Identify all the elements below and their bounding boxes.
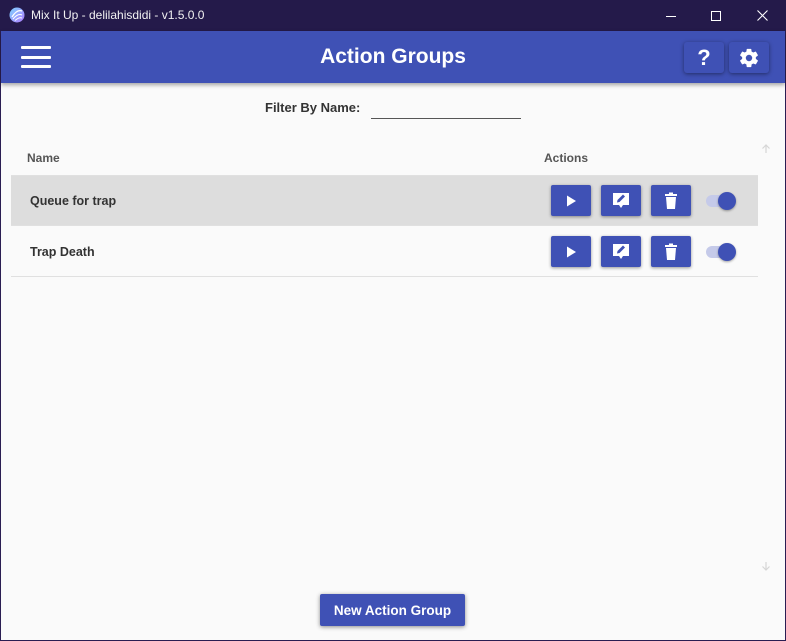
column-header-actions: Actions [544, 151, 589, 165]
toggle-thumb [718, 243, 736, 261]
delete-button[interactable] [651, 236, 691, 267]
column-header-name: Name [27, 151, 60, 165]
delete-icon [665, 243, 677, 260]
play-button[interactable] [551, 236, 591, 267]
settings-button[interactable] [729, 42, 769, 73]
edit-button[interactable] [601, 236, 641, 267]
delete-button[interactable] [651, 185, 691, 216]
scroll-down-arrow-icon[interactable] [758, 558, 774, 574]
page-title: Action Groups [320, 45, 466, 68]
minimize-button[interactable] [648, 0, 694, 31]
window-titlebar: Mix It Up - delilahisdidi - v1.5.0.0 [0, 0, 786, 31]
new-action-group-button[interactable]: New Action Group [320, 594, 465, 626]
play-icon [567, 195, 576, 206]
action-group-name: Queue for trap [30, 194, 117, 208]
enable-toggle[interactable] [704, 242, 738, 262]
action-group-name: Trap Death [30, 245, 95, 259]
table-row[interactable]: Trap Death [11, 227, 758, 277]
filter-name-input[interactable] [371, 99, 521, 119]
close-icon [756, 10, 768, 21]
enable-toggle[interactable] [704, 191, 738, 211]
mix-it-up-logo [9, 7, 25, 23]
toggle-thumb [718, 192, 736, 210]
minimize-icon [666, 15, 676, 17]
table-row[interactable]: Queue for trap [11, 176, 758, 226]
delete-icon [665, 192, 677, 209]
scroll-up-arrow-icon[interactable] [758, 141, 774, 157]
app-header: Action Groups ? [1, 31, 785, 83]
maximize-button[interactable] [693, 0, 739, 31]
help-button[interactable]: ? [684, 42, 724, 73]
edit-icon [613, 192, 629, 208]
play-button[interactable] [551, 185, 591, 216]
edit-icon [613, 243, 629, 259]
gear-icon [740, 48, 758, 67]
play-icon [567, 246, 576, 257]
edit-button[interactable] [601, 185, 641, 216]
filter-label: Filter By Name: [265, 100, 361, 115]
window-title: Mix It Up - delilahisdidi - v1.5.0.0 [31, 8, 205, 22]
main-content: Filter By Name: Name Actions Queue for t… [1, 83, 785, 640]
maximize-icon [711, 10, 721, 21]
close-button[interactable] [739, 0, 785, 31]
